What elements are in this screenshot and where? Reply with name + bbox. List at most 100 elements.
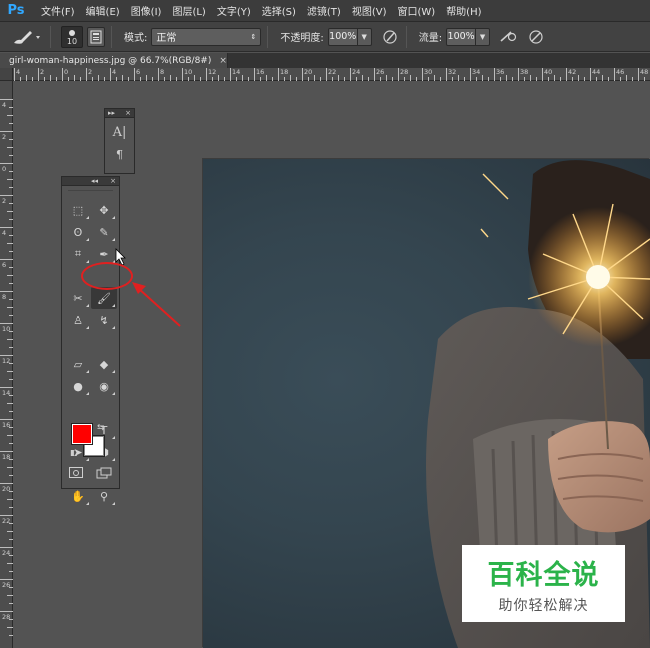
menu-file[interactable]: 文件(F) — [41, 3, 75, 18]
tool-eraser[interactable]: ▱ — [65, 353, 91, 375]
pressure-opacity-button[interactable] — [380, 27, 400, 47]
ruler-label: 14 — [232, 68, 241, 76]
close-icon[interactable]: × — [219, 56, 227, 66]
opacity-dropdown[interactable]: ▼ — [357, 27, 372, 46]
ruler-label: 44 — [592, 68, 601, 76]
tool-paint-bucket[interactable]: ◆ — [91, 353, 117, 375]
tool-stamp[interactable]: ♙ — [65, 309, 91, 331]
menu-edit[interactable]: 编辑(E) — [86, 3, 120, 18]
tool-preset-picker[interactable] — [8, 25, 44, 49]
vertical-ruler[interactable]: 4 2 0 2 4 6 8 10 12 14 16 18 20 22 24 26 28 — [0, 81, 13, 648]
ruler-label: 8 — [160, 68, 165, 76]
tool-history-brush[interactable]: ↯ — [91, 309, 117, 331]
tool-lasso[interactable]: ʘ — [65, 221, 91, 243]
ruler-minor-tick — [26, 75, 27, 81]
ruler-label: 38 — [520, 68, 529, 76]
menu-help[interactable]: 帮助(H) — [446, 3, 481, 18]
menu-image[interactable]: 图像(I) — [131, 3, 162, 18]
screen-mode-button[interactable] — [96, 467, 112, 479]
ruler-minor-tick — [620, 77, 621, 81]
ruler-minor-tick — [602, 75, 603, 81]
ruler-minor-tick — [290, 75, 291, 81]
ruler-minor-tick — [386, 75, 387, 81]
ruler-minor-tick — [380, 77, 381, 81]
ruler-minor-tick — [188, 77, 189, 81]
ruler-minor-tick — [338, 75, 339, 81]
ruler-label: 28 — [400, 68, 409, 76]
ruler-minor-tick — [9, 379, 13, 380]
tool-healing[interactable]: ✂ — [65, 287, 91, 309]
ruler-minor-tick — [7, 275, 13, 276]
expand-panel-icon[interactable]: ▸▸ — [108, 109, 115, 117]
ruler-tick — [398, 68, 399, 81]
ruler-label: 0 — [64, 68, 69, 76]
brush-panel-toggle[interactable] — [87, 26, 105, 47]
opacity-field[interactable]: 100% — [327, 27, 358, 46]
ruler-minor-tick — [248, 77, 249, 81]
tool-brush[interactable]: 🖌 — [91, 287, 117, 309]
ruler-origin[interactable] — [0, 68, 13, 81]
ruler-minor-tick — [308, 77, 309, 81]
ruler-minor-tick — [482, 75, 483, 81]
ruler-minor-tick — [242, 75, 243, 81]
menu-type[interactable]: 文字(Y) — [217, 3, 251, 18]
tool-zoom[interactable]: ⚲ — [91, 485, 117, 507]
ruler-tick — [206, 68, 207, 81]
paragraph-panel-button[interactable]: ¶ — [108, 143, 132, 165]
ruler-tick — [0, 515, 13, 516]
menu-window[interactable]: 窗口(W) — [397, 3, 435, 18]
collapse-panel-icon[interactable]: ◂◂ — [91, 177, 98, 185]
horizontal-ruler[interactable]: 4 2 0 2 4 6 8 10 12 14 16 18 20 22 24 26 28 30 32 34 36 38 40 4… — [0, 68, 650, 81]
tool-flyout-indicator — [86, 216, 89, 219]
tools-panel-grip[interactable] — [68, 186, 113, 191]
chevron-down-icon: ▼ — [361, 32, 367, 41]
tools-panel-header[interactable]: ◂◂ × — [62, 177, 119, 186]
flow-field[interactable]: 100% — [446, 27, 477, 46]
tool-move[interactable]: ✥ — [91, 199, 117, 221]
character-panel-button[interactable]: A| — [108, 121, 132, 143]
tool-quick-select[interactable]: ✎ — [91, 221, 117, 243]
ruler-label: 4 — [2, 101, 7, 109]
blur-icon: ● — [73, 379, 83, 393]
tool-dodge[interactable]: ◉ — [91, 375, 117, 397]
ruler-minor-tick — [98, 75, 99, 81]
menu-view[interactable]: 视图(V) — [352, 3, 387, 18]
menu-filter[interactable]: 滤镜(T) — [307, 3, 341, 18]
default-colors-icon[interactable]: ◧ — [70, 448, 78, 457]
ruler-label: 16 — [2, 421, 11, 429]
tool-crop[interactable]: ⌗ — [65, 243, 91, 265]
blend-mode-select[interactable]: 正常 ⇕ — [151, 27, 262, 46]
menu-select[interactable]: 选择(S) — [262, 3, 296, 18]
ruler-minor-tick — [7, 435, 13, 436]
ruler-tick — [62, 68, 63, 81]
ruler-minor-tick — [458, 75, 459, 81]
ruler-minor-tick — [9, 123, 13, 124]
panel-header[interactable]: ▸▸ × — [105, 109, 134, 118]
annotation-arrow — [132, 282, 181, 327]
options-separator — [50, 25, 51, 48]
swap-colors-icon[interactable]: ⇆ — [97, 423, 105, 433]
flow-dropdown[interactable]: ▼ — [476, 27, 491, 46]
close-icon[interactable]: × — [110, 177, 116, 185]
brush-size-picker[interactable]: 10 — [61, 25, 83, 48]
quick-mask-button[interactable] — [69, 467, 83, 478]
ruler-label: 24 — [352, 68, 361, 76]
ruler-minor-tick — [9, 107, 13, 108]
tool-rect-marquee[interactable]: ⬚ — [65, 199, 91, 221]
tool-hand[interactable]: ✋ — [65, 485, 91, 507]
ruler-tick — [302, 68, 303, 81]
foreground-color-swatch[interactable] — [72, 424, 92, 444]
tool-blur[interactable]: ● — [65, 375, 91, 397]
ruler-minor-tick — [272, 77, 273, 81]
ruler-minor-tick — [440, 77, 441, 81]
document-tab[interactable]: girl-woman-happiness.jpg @ 66.7%(RGB/8#)… — [0, 53, 228, 68]
close-icon[interactable]: × — [125, 109, 131, 117]
annotation-circle — [81, 262, 133, 290]
pressure-size-button[interactable] — [526, 27, 546, 47]
ruler-minor-tick — [200, 77, 201, 81]
ruler-minor-tick — [68, 77, 69, 81]
airbrush-button[interactable] — [498, 27, 518, 47]
menu-layer[interactable]: 图层(L) — [172, 3, 205, 18]
tool-flyout-indicator — [112, 458, 115, 461]
ruler-tick — [0, 99, 13, 100]
